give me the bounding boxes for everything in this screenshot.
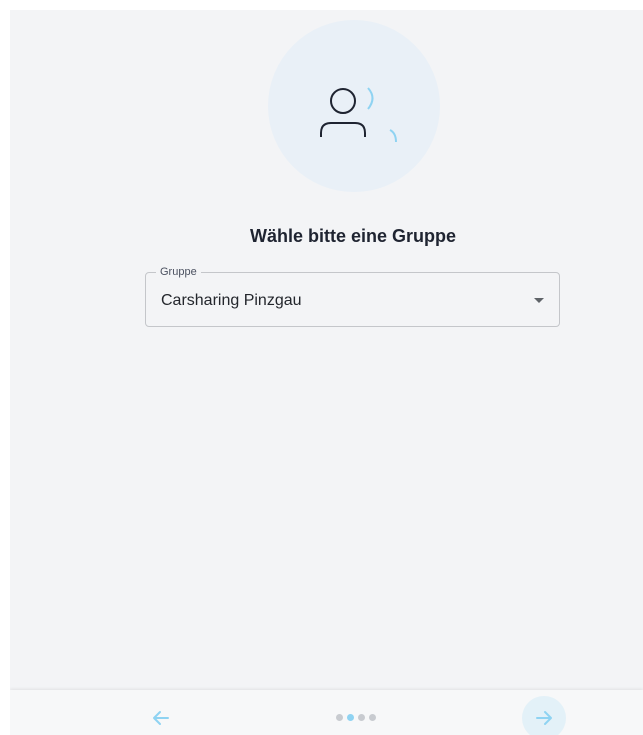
footer-navigation: [10, 690, 643, 735]
group-select[interactable]: Gruppe Carsharing Pinzgau: [145, 265, 560, 327]
arrow-left-icon: [153, 711, 169, 725]
group-select-value: Carsharing Pinzgau: [161, 292, 302, 309]
hero-illustration: [268, 20, 440, 192]
group-select-label: Gruppe: [156, 265, 201, 279]
chevron-down-icon: [534, 298, 544, 303]
step-indicator: [336, 714, 376, 722]
back-button[interactable]: [148, 705, 174, 731]
person-group-icon: [320, 87, 397, 143]
step-dot: [347, 714, 354, 721]
onboarding-screen: Wähle bitte eine Gruppe Gruppe Carsharin…: [10, 10, 643, 735]
page-title: Wähle bitte eine Gruppe: [249, 226, 457, 246]
next-button[interactable]: [522, 696, 566, 735]
arrow-right-icon: [536, 711, 552, 725]
step-dot: [336, 714, 343, 721]
step-dot: [369, 714, 376, 721]
step-dot: [358, 714, 365, 721]
